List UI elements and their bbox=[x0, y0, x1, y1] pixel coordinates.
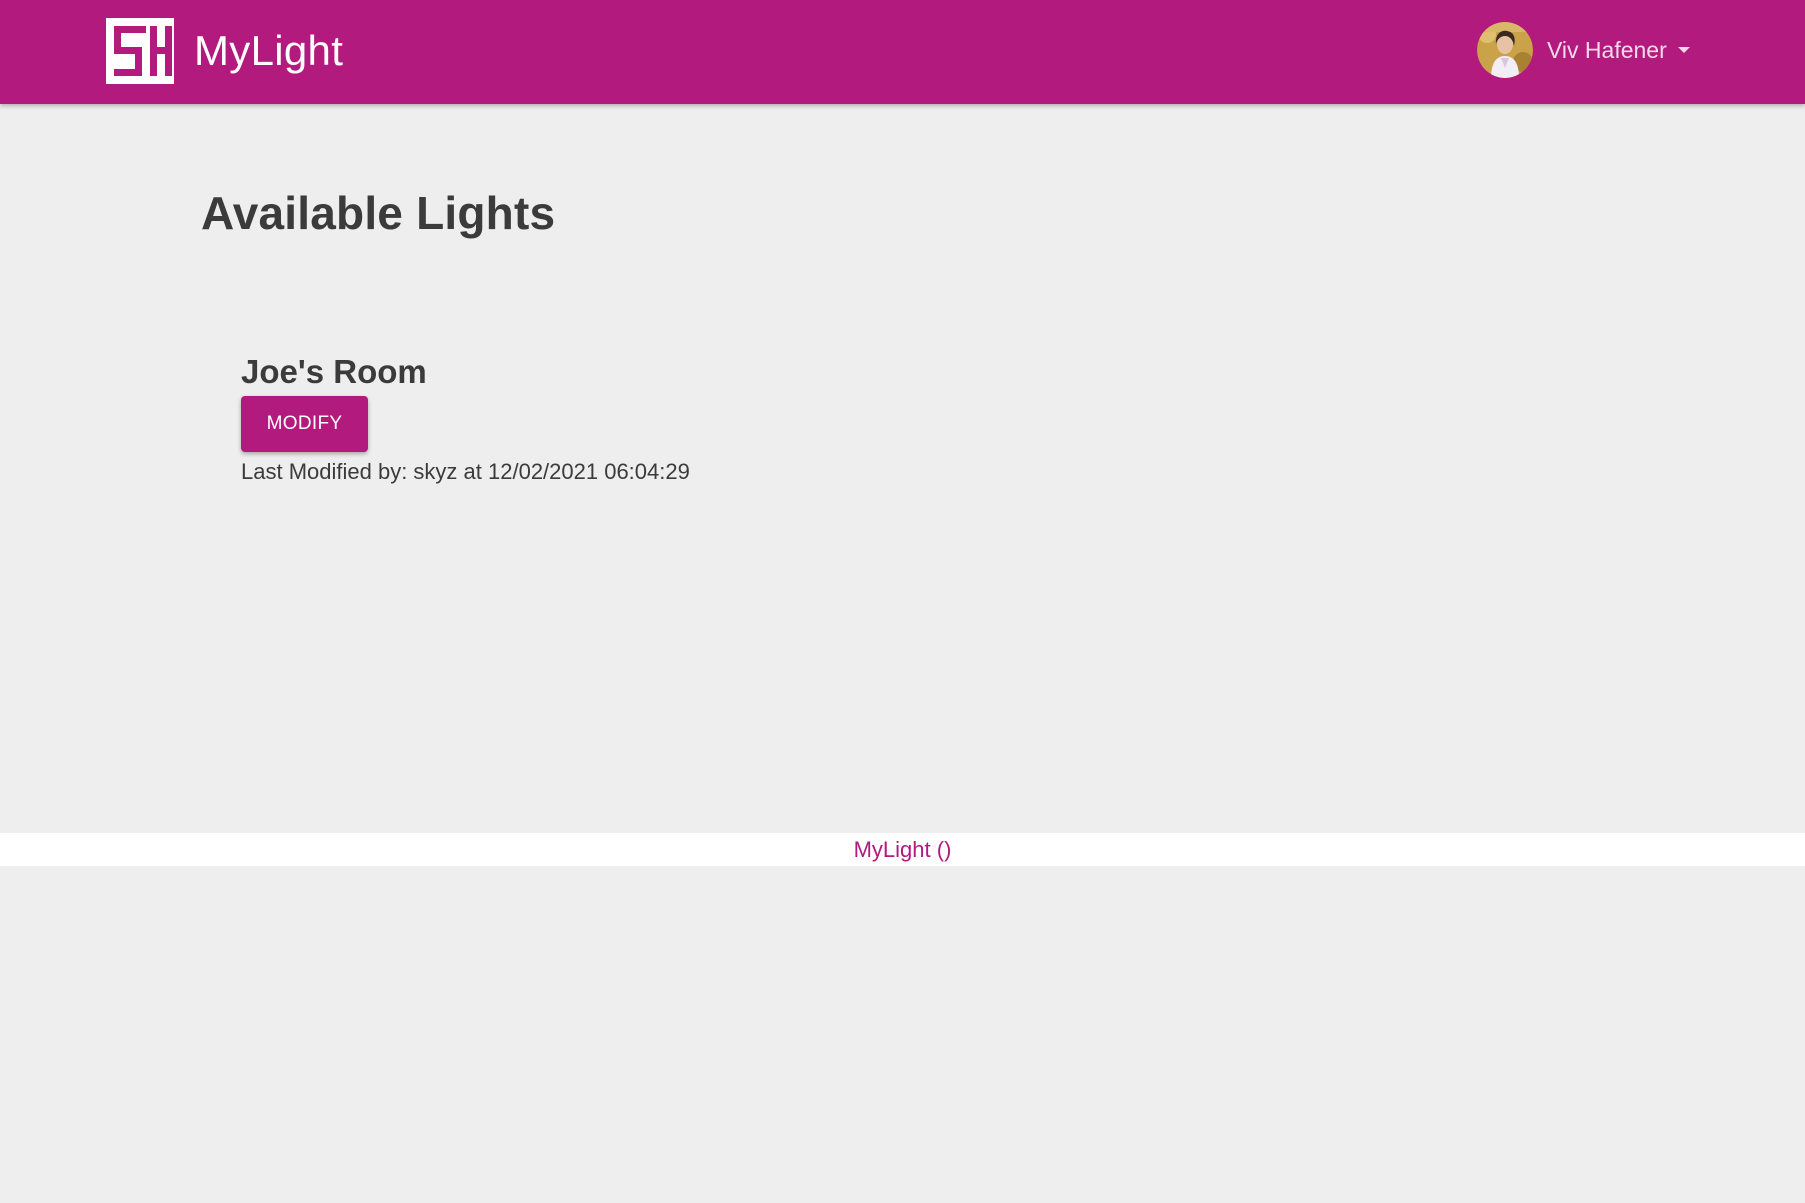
footer-link[interactable]: MyLight () bbox=[854, 837, 952, 862]
user-name: Viv Hafener bbox=[1547, 36, 1667, 63]
footer: MyLight () bbox=[0, 833, 1805, 866]
user-menu-dropdown[interactable]: Viv Hafener bbox=[1477, 22, 1690, 78]
brand-link[interactable]: MyLight bbox=[106, 18, 343, 84]
mylight-logo-icon bbox=[106, 18, 174, 84]
caret-down-icon bbox=[1677, 47, 1690, 53]
user-avatar bbox=[1477, 22, 1533, 78]
top-navbar: MyLight Viv Hafener bbox=[0, 0, 1805, 104]
brand-name: MyLight bbox=[194, 27, 344, 74]
light-name: Joe's Room bbox=[241, 353, 427, 390]
light-item: Joe's Room MODIFY Last Modified by: skyz… bbox=[241, 350, 690, 487]
page-title: Available Lights bbox=[201, 187, 556, 239]
last-modified-text: Last Modified by: skyz at 12/02/2021 06:… bbox=[241, 459, 690, 484]
modify-button[interactable]: MODIFY bbox=[241, 396, 368, 452]
